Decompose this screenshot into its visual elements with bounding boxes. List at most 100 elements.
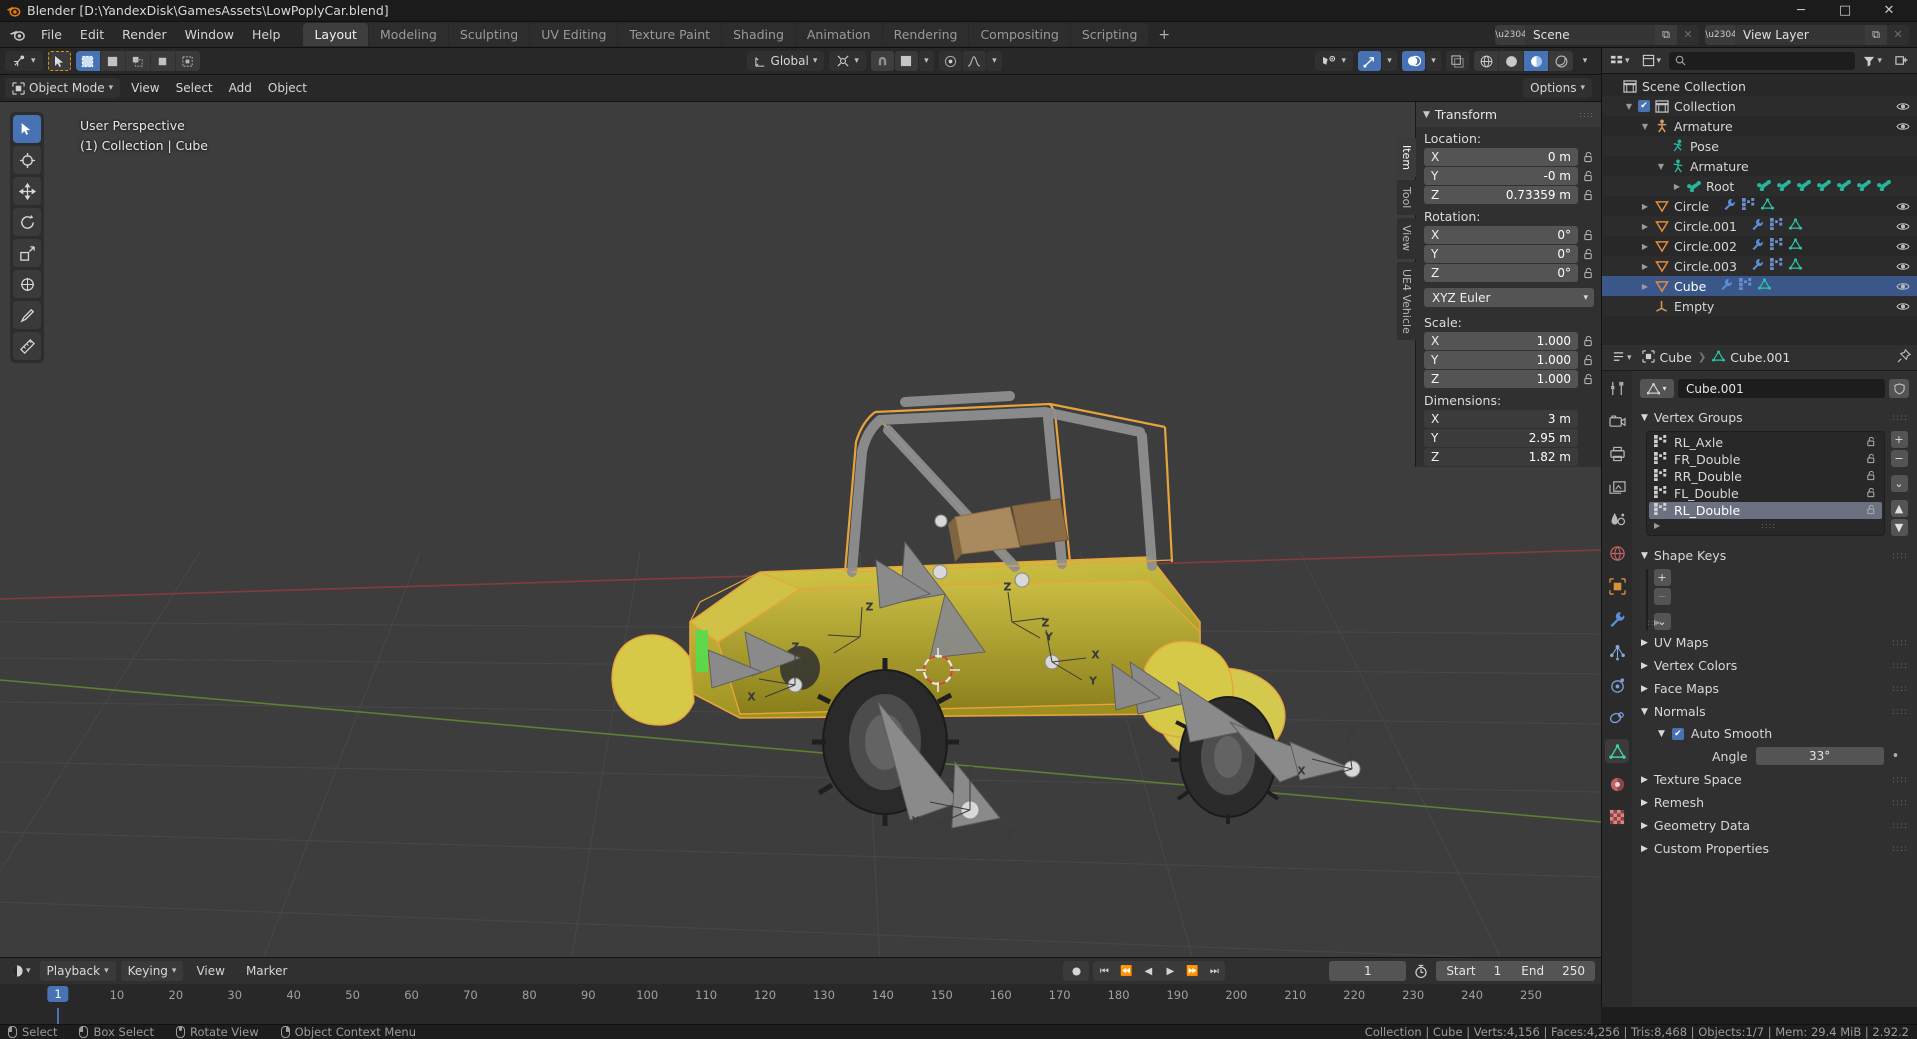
properties-object-data-tab[interactable] bbox=[1605, 739, 1629, 763]
section-custom-properties-header[interactable]: ▶ Custom Properties:::: bbox=[1632, 837, 1917, 860]
vertex-group-button-4[interactable]: ▼ bbox=[1890, 519, 1908, 536]
disclosure-closed-icon[interactable]: ▶ bbox=[1641, 638, 1648, 648]
vertex-group-row[interactable]: FL_Double bbox=[1649, 485, 1882, 502]
object-mode-dropdown[interactable]: Object Mode ▾ bbox=[5, 78, 121, 98]
properties-particles-tab[interactable] bbox=[1605, 640, 1629, 664]
outliner-row-circle[interactable]: ▶ Circle bbox=[1602, 196, 1917, 216]
npanel.scale-x-field[interactable]: X 1.000 bbox=[1424, 332, 1578, 350]
disclosure-open-icon[interactable]: ▼ bbox=[1656, 162, 1666, 171]
overlays-chevron-icon[interactable]: ▾ bbox=[1426, 51, 1441, 71]
properties-view-layer-tab[interactable] bbox=[1605, 475, 1629, 499]
select-difference-icon[interactable] bbox=[150, 51, 175, 71]
disclosure-closed-icon[interactable]: ▶ bbox=[1640, 202, 1650, 211]
disclosure-closed-icon[interactable]: ▶ bbox=[1672, 182, 1682, 191]
rotation-mode-dropdown[interactable]: XYZ Euler ▾ bbox=[1424, 288, 1594, 307]
outliner-row-root[interactable]: ▶ Root bbox=[1602, 176, 1917, 196]
meshdata-icon[interactable] bbox=[1788, 218, 1802, 234]
wrench-icon[interactable] bbox=[1720, 278, 1733, 294]
frame-range[interactable]: Start 1 End 250 bbox=[1436, 961, 1595, 981]
vertex-group-button-0[interactable]: + bbox=[1890, 431, 1908, 448]
lock-icon[interactable] bbox=[1866, 452, 1877, 467]
properties-object-tab[interactable] bbox=[1605, 574, 1629, 598]
vertex-groups-disclosure-icon[interactable]: ▼ bbox=[1641, 413, 1648, 423]
bone-icon[interactable] bbox=[1796, 179, 1812, 194]
transform-panel-header[interactable]: ▼ Transform :::: bbox=[1416, 102, 1601, 127]
lock-icon[interactable] bbox=[1582, 265, 1595, 281]
section-face-maps-header[interactable]: ▶ Face Maps:::: bbox=[1632, 677, 1917, 700]
section-vertex-colors-header[interactable]: ▶ Vertex Colors:::: bbox=[1632, 654, 1917, 677]
npanel.location-y-field[interactable]: Y -0 m bbox=[1424, 167, 1578, 185]
tool-annotate-icon[interactable] bbox=[13, 301, 41, 329]
timeline-view-menu[interactable]: View bbox=[188, 961, 232, 981]
snap-magnet-icon[interactable] bbox=[870, 51, 894, 71]
lock-icon[interactable] bbox=[1582, 168, 1595, 184]
current-frame-field[interactable]: 1 bbox=[1329, 961, 1407, 981]
outliner-filter-button[interactable]: ▾ bbox=[1859, 50, 1886, 71]
wrench-icon[interactable] bbox=[1751, 218, 1764, 234]
close-button[interactable]: ✕ bbox=[1867, 0, 1911, 22]
view-layer-selector[interactable]: \u2304 View Layer ⧉ ✕ bbox=[1705, 24, 1909, 45]
menu-edit[interactable]: Edit bbox=[71, 24, 113, 45]
breadcrumb-item-cube-001[interactable]: Cube.001 bbox=[1712, 350, 1790, 365]
select-box-icon[interactable] bbox=[75, 51, 100, 71]
visibility-eye-icon[interactable] bbox=[1895, 201, 1911, 212]
lock-icon[interactable] bbox=[1866, 469, 1877, 484]
viewport-menu-view[interactable]: View bbox=[124, 78, 166, 98]
transport-button-1[interactable]: ⏪ bbox=[1115, 961, 1137, 981]
record-keyframe-button[interactable] bbox=[1063, 961, 1090, 981]
shading-mode-group[interactable] bbox=[1474, 51, 1573, 71]
npanel.location-z-field[interactable]: Z 0.73359 m bbox=[1424, 186, 1578, 204]
disclosure-closed-icon[interactable]: ▶ bbox=[1641, 684, 1648, 694]
npanel.rotation-x-field[interactable]: X 0° bbox=[1424, 226, 1578, 244]
disclosure-closed-icon[interactable]: ▶ bbox=[1641, 775, 1648, 785]
visibility-eye-icon[interactable] bbox=[1895, 301, 1911, 312]
menu-render[interactable]: Render bbox=[113, 24, 176, 45]
lock-icon[interactable] bbox=[1582, 227, 1595, 243]
select-intersect-icon[interactable] bbox=[175, 51, 200, 71]
outliner-display-mode-dropdown[interactable]: ▾ bbox=[1637, 50, 1666, 71]
auto-smooth-row[interactable]: ▼ ✔ Auto Smooth bbox=[1632, 723, 1917, 744]
npanel.scale-z-field[interactable]: Z 1.000 bbox=[1424, 370, 1578, 388]
panel-grip-icon[interactable]: :::: bbox=[1579, 110, 1594, 119]
vertex-group-row[interactable]: RL_Axle bbox=[1649, 434, 1882, 451]
maximize-button[interactable]: □ bbox=[1823, 0, 1867, 22]
outliner-new-collection-button[interactable] bbox=[1890, 51, 1913, 71]
outliner-tree[interactable]: Scene Collection ▼ ✔ Collection ▼ Armature Pos… bbox=[1602, 74, 1917, 345]
visibility-eye-icon[interactable] bbox=[1895, 121, 1911, 132]
transport-button-0[interactable]: ⏮ bbox=[1093, 961, 1115, 981]
n-panel-tab-view[interactable]: View bbox=[1397, 218, 1416, 259]
shape-key-button-1[interactable]: − bbox=[1653, 588, 1671, 605]
angle-field[interactable]: 33° bbox=[1755, 747, 1884, 765]
properties-physics-tab[interactable] bbox=[1605, 673, 1629, 697]
properties-modifier-tab[interactable] bbox=[1605, 607, 1629, 631]
disclosure-closed-icon[interactable]: ▶ bbox=[1641, 821, 1648, 831]
workspace-tab-scripting[interactable]: Scripting bbox=[1070, 23, 1149, 46]
visibility-eye-icon[interactable] bbox=[1895, 221, 1911, 232]
n-panel-tab-tool[interactable]: Tool bbox=[1397, 180, 1416, 216]
overlays-toggle-icon[interactable] bbox=[1402, 51, 1425, 71]
xray-toggle-icon[interactable] bbox=[1446, 51, 1469, 71]
tool-scale-icon[interactable] bbox=[13, 239, 41, 267]
menu-file[interactable]: File bbox=[32, 24, 71, 45]
lock-icon[interactable] bbox=[1582, 352, 1595, 368]
proportional-edit-icon[interactable] bbox=[938, 51, 962, 71]
section-normals-header[interactable]: ▼ Normals:::: bbox=[1632, 700, 1917, 723]
vertex-group-button-1[interactable]: − bbox=[1890, 450, 1908, 467]
section-texture-space-header[interactable]: ▶ Texture Space:::: bbox=[1632, 768, 1917, 791]
wrench-icon[interactable] bbox=[1723, 198, 1736, 214]
vertex-group-row[interactable]: RR_Double bbox=[1649, 468, 1882, 485]
shading-solid-icon[interactable] bbox=[1499, 51, 1523, 71]
outliner-row-armature[interactable]: ▼ Armature bbox=[1602, 156, 1917, 176]
transport-button-2[interactable]: ◀ bbox=[1137, 961, 1159, 981]
shape-key-button-0[interactable]: + bbox=[1653, 569, 1671, 586]
blender-menu-icon[interactable] bbox=[4, 24, 30, 46]
view-layer-name[interactable]: View Layer bbox=[1735, 24, 1865, 45]
snap-pivot-dropdown[interactable]: ▾ bbox=[829, 51, 866, 71]
tool-settings-dropdown[interactable]: ▾ bbox=[5, 51, 43, 71]
disclosure-closed-icon[interactable]: ▶ bbox=[1640, 282, 1650, 291]
menu-help[interactable]: Help bbox=[243, 24, 290, 45]
disclosure-open-icon[interactable]: ▼ bbox=[1641, 707, 1648, 717]
npanel.dimensions-z-field[interactable]: Z 1.82 m bbox=[1424, 448, 1578, 466]
visibility-eye-icon[interactable] bbox=[1895, 281, 1911, 292]
n-panel-tab-ue4-vehicle[interactable]: UE4 Vehicle bbox=[1397, 261, 1416, 341]
